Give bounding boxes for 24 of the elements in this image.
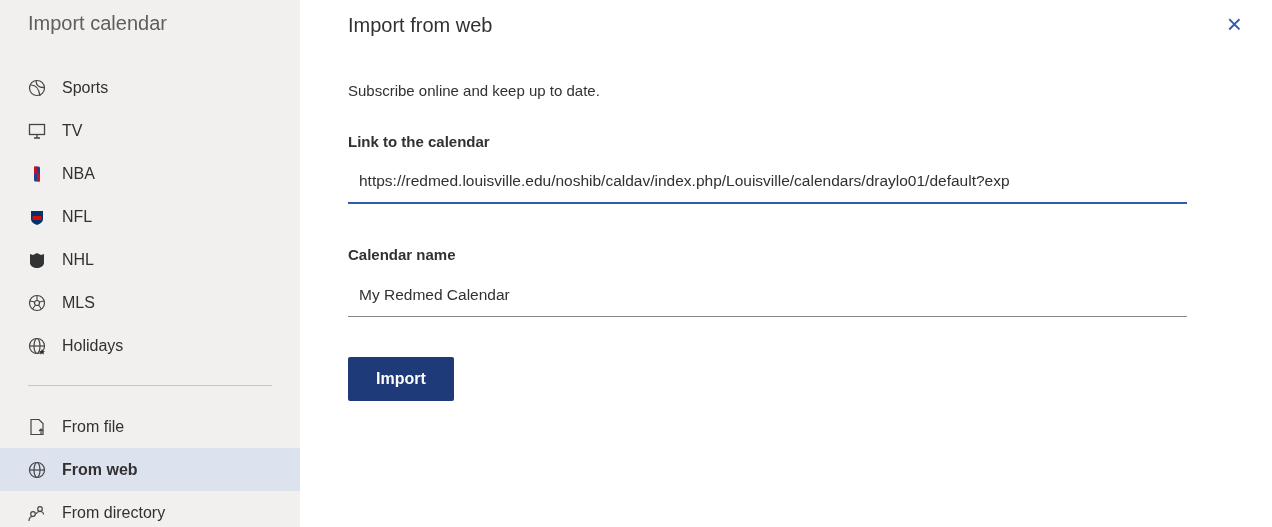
ball-icon	[28, 78, 46, 97]
sidebar-item[interactable]: TV	[0, 109, 300, 152]
close-button[interactable]: ×	[1196, 6, 1272, 42]
field-label: Link to the calendar	[348, 131, 491, 152]
globe-icon	[28, 460, 46, 479]
sidebar-item[interactable]: From directory	[0, 491, 300, 527]
sidebar-item[interactable]: Sports	[0, 66, 300, 109]
subtitle: Subscribe online and keep up to date.	[348, 81, 601, 101]
shield-icon	[28, 250, 46, 269]
people-icon	[28, 503, 46, 522]
field-label: Calendar name	[348, 245, 457, 266]
sidebar-title: Import calendar	[27, 11, 168, 36]
sidebar-item[interactable]: NFL	[0, 195, 300, 238]
sidebar-item[interactable]: NHL	[0, 238, 300, 281]
import-button[interactable]: Import	[348, 357, 454, 401]
sidebar-item[interactable]: From web	[0, 448, 300, 491]
monitor-icon	[28, 121, 46, 140]
file-upload-icon	[28, 417, 46, 436]
sidebar-item[interactable]: Holidays	[0, 324, 300, 367]
dialog-title: Import from web	[348, 13, 494, 38]
sidebar-item[interactable]: NBA	[0, 152, 300, 195]
sidebar-item[interactable]: From file	[0, 405, 300, 448]
soccer-ball-icon	[28, 293, 46, 312]
sidebar-item[interactable]: MLS	[0, 281, 300, 324]
